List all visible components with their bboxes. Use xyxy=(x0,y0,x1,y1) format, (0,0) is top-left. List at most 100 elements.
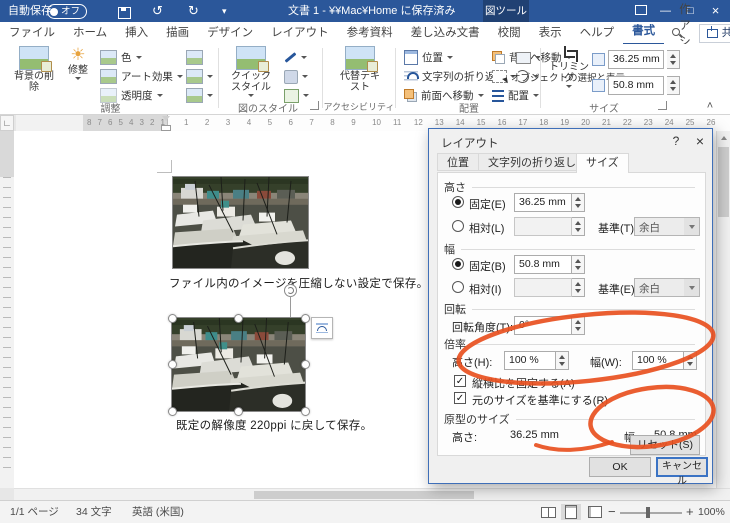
tab-layout[interactable]: レイアウト xyxy=(262,22,338,44)
zoom-in-button[interactable]: + xyxy=(686,501,694,523)
group-objects-button[interactable] xyxy=(516,49,541,66)
dialog-tab-size[interactable]: サイズ xyxy=(576,153,629,173)
selection-handle-n[interactable] xyxy=(234,314,243,323)
tab-design[interactable]: デザイン xyxy=(198,22,262,44)
vertical-scrollbar[interactable] xyxy=(716,131,730,488)
compress-picture-button[interactable] xyxy=(186,49,203,66)
first-line-indent-marker[interactable] xyxy=(162,116,170,121)
height-base-combo[interactable]: 余白 xyxy=(634,217,700,236)
selection-handle-nw[interactable] xyxy=(168,314,177,323)
artistic-effects-button[interactable]: アート効果 xyxy=(100,68,183,85)
print-layout-button[interactable] xyxy=(561,504,581,520)
tab-home[interactable]: ホーム xyxy=(64,22,116,44)
selection-handle-sw[interactable] xyxy=(168,407,177,416)
selection-handle-e[interactable] xyxy=(301,360,310,369)
width-relative-spinner[interactable] xyxy=(572,278,585,297)
scale-height-spinner[interactable] xyxy=(556,351,569,370)
tab-references[interactable]: 参考資料 xyxy=(338,22,402,44)
word-count[interactable]: 34 文字 xyxy=(76,501,112,523)
width-fixed-spinner[interactable] xyxy=(572,255,585,274)
reset-button[interactable]: リセット(S) xyxy=(630,435,700,455)
dialog-help-icon[interactable]: ? xyxy=(665,131,687,151)
change-picture-button[interactable] xyxy=(186,68,213,85)
read-mode-button[interactable] xyxy=(538,504,558,520)
lock-aspect-checkbox[interactable]: ✓ xyxy=(454,375,466,387)
zoom-slider-thumb[interactable] xyxy=(646,507,650,518)
shape-width-value[interactable]: 50.8 mm xyxy=(608,76,664,95)
autosave-toggle[interactable]: オフ xyxy=(47,4,88,19)
share-button[interactable]: 共有 xyxy=(698,23,730,43)
vertical-ruler[interactable] xyxy=(0,131,15,488)
tab-file[interactable]: ファイル xyxy=(0,22,64,44)
picture-tools-context-tab[interactable]: 図ツール xyxy=(483,0,529,22)
ribbon-display-options-icon[interactable] xyxy=(628,1,653,23)
corrections-button[interactable]: ☀ 修整 xyxy=(62,46,94,80)
scroll-up-icon[interactable] xyxy=(717,131,730,145)
remove-background-button[interactable]: 背景の削除 xyxy=(10,46,58,93)
tab-help[interactable]: ヘルプ xyxy=(571,22,624,44)
color-button[interactable]: 色 xyxy=(100,49,142,66)
vertical-scroll-thumb[interactable] xyxy=(718,147,729,217)
rotate-objects-button[interactable] xyxy=(516,68,539,85)
selection-handle-w[interactable] xyxy=(168,360,177,369)
zoom-slider-track[interactable] xyxy=(620,512,682,514)
close-icon[interactable]: × xyxy=(703,0,728,22)
dialog-launcher-icon[interactable] xyxy=(310,101,319,110)
rotate-angle-field[interactable]: 0° xyxy=(514,316,572,335)
cancel-button[interactable]: キャンセル xyxy=(656,457,708,487)
tab-selector[interactable]: ∟ xyxy=(0,115,14,131)
ok-button[interactable]: OK xyxy=(589,457,651,477)
quick-access-dropdown-icon[interactable]: ▾ xyxy=(222,0,227,22)
scale-width-field[interactable]: 100 % xyxy=(632,351,684,370)
alt-text-button[interactable]: 代替テキスト xyxy=(334,46,386,93)
tab-view[interactable]: 表示 xyxy=(530,22,571,44)
boat-photo-2-selected[interactable] xyxy=(171,317,306,412)
shape-height-field[interactable]: 36.25 mm xyxy=(592,50,680,69)
undo-icon[interactable]: ↺ xyxy=(152,0,163,22)
zoom-out-button[interactable]: − xyxy=(608,501,616,523)
selection-handle-s[interactable] xyxy=(234,407,243,416)
save-icon[interactable] xyxy=(118,5,131,19)
rotate-angle-spinner[interactable] xyxy=(572,316,585,335)
tab-insert[interactable]: 挿入 xyxy=(116,22,157,44)
selection-handle-ne[interactable] xyxy=(301,314,310,323)
shape-height-value[interactable]: 36.25 mm xyxy=(608,50,664,69)
height-spinner[interactable] xyxy=(667,50,680,69)
width-spinner[interactable] xyxy=(667,76,680,95)
height-fixed-radio[interactable] xyxy=(452,196,464,208)
web-layout-button[interactable] xyxy=(585,504,605,520)
height-fixed-field[interactable]: 36.25 mm xyxy=(514,193,572,212)
tab-review[interactable]: 校閲 xyxy=(489,22,530,44)
language-status[interactable]: 英語 (米国) xyxy=(132,501,184,523)
dialog-close-icon[interactable]: × xyxy=(689,131,711,151)
dialog-launcher-icon[interactable] xyxy=(658,101,667,110)
page-count[interactable]: 1/1 ページ xyxy=(10,501,59,523)
selection-handle-se[interactable] xyxy=(301,407,310,416)
height-fixed-spinner[interactable] xyxy=(572,193,585,212)
height-relative-radio[interactable] xyxy=(452,220,464,232)
position-button[interactable]: 位置 xyxy=(404,49,453,66)
quick-styles-button[interactable]: クイックスタイル xyxy=(228,46,274,97)
height-relative-spinner[interactable] xyxy=(572,217,585,236)
redo-icon[interactable]: ↻ xyxy=(188,0,199,22)
tab-draw[interactable]: 描画 xyxy=(157,22,198,44)
shape-width-field[interactable]: 50.8 mm xyxy=(592,76,680,95)
scale-width-spinner[interactable] xyxy=(684,351,697,370)
zoom-level[interactable]: 100% xyxy=(698,501,725,523)
width-fixed-field[interactable]: 50.8 mm xyxy=(514,255,572,274)
scale-height-field[interactable]: 100 % xyxy=(504,351,556,370)
picture-effects-button[interactable] xyxy=(284,68,308,85)
boat-photo-1[interactable] xyxy=(172,176,309,269)
picture-border-button[interactable] xyxy=(284,49,307,66)
dialog-tab-position[interactable]: 位置 xyxy=(437,153,479,171)
crop-button[interactable]: トリミング xyxy=(548,46,590,88)
width-relative-radio[interactable] xyxy=(452,281,464,293)
width-fixed-radio[interactable] xyxy=(452,258,464,270)
layout-options-button[interactable] xyxy=(311,317,333,339)
tab-mailings[interactable]: 差し込み文書 xyxy=(402,22,489,44)
relative-original-checkbox[interactable]: ✓ xyxy=(454,392,466,404)
width-base-combo[interactable]: 余白 xyxy=(634,278,700,297)
dialog-tab-text-wrapping[interactable]: 文字列の折り返し xyxy=(478,153,586,171)
horizontal-scroll-thumb[interactable] xyxy=(254,491,474,499)
tab-format-active[interactable]: 書式 xyxy=(623,21,665,45)
